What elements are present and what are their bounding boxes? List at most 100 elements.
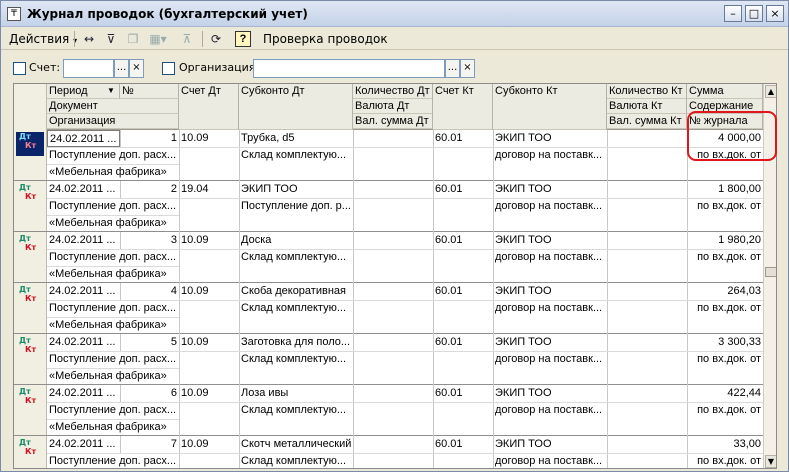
header-debit-quantity[interactable]: Количество Дт	[353, 84, 433, 99]
table-row[interactable]: Дт Кт 24.02.2011 ... 3 Поступление доп. расх…	[14, 232, 763, 283]
cell-debit-account[interactable]: 10.09	[179, 436, 239, 453]
actions-menu-button[interactable]: Действия ▾	[9, 30, 77, 48]
cell-debit-subconto-1[interactable]: Лоза ивы	[239, 385, 353, 402]
cell-debit-subconto-1[interactable]: ЭКИП ТОО	[239, 181, 353, 198]
cell-amount[interactable]: 264,03	[687, 283, 763, 300]
maximize-button[interactable]: □	[745, 5, 763, 22]
cell-number[interactable]: 3	[120, 232, 179, 249]
title-bar[interactable]: ₸ Журнал проводок (бухгалтерский учет) –…	[1, 1, 788, 27]
cell-credit-subconto-1[interactable]: ЭКИП ТОО	[493, 436, 607, 453]
cell-credit-subconto-2[interactable]: договор на поставк...	[493, 300, 607, 317]
cell-organization[interactable]: «Мебельная фабрика»	[47, 266, 179, 283]
cell-content[interactable]: по вх.док. от	[687, 300, 763, 317]
cell-credit-account[interactable]: 60.01	[433, 130, 493, 147]
cell-content[interactable]: по вх.док. от	[687, 198, 763, 215]
cell-document[interactable]: Поступление доп. расх...	[47, 198, 179, 215]
cell-organization[interactable]: «Мебельная фабрика»	[47, 317, 179, 334]
cell-period[interactable]: 24.02.2011 ...	[47, 181, 120, 198]
cell-debit-account[interactable]: 10.09	[179, 334, 239, 351]
cell-document[interactable]: Поступление доп. расх...	[47, 147, 179, 164]
header-debit-currency-sum[interactable]: Вал. сумма Дт	[353, 114, 433, 129]
cell-number[interactable]: 7	[120, 436, 179, 453]
header-debit-account[interactable]: Счет Дт	[179, 84, 239, 130]
account-select-button[interactable]: ...	[114, 59, 129, 78]
cell-debit-subconto-1[interactable]: Скотч металлический	[239, 436, 353, 453]
cell-debit-subconto-1[interactable]: Трубка, d5	[239, 130, 353, 147]
cell-debit-subconto-2[interactable]: Поступление доп. р...	[239, 198, 353, 215]
cell-debit-account[interactable]: 10.09	[179, 130, 239, 147]
account-clear-button[interactable]: ×	[129, 59, 144, 78]
header-debit-currency[interactable]: Валюта Дт	[353, 99, 433, 114]
cell-credit-subconto-1[interactable]: ЭКИП ТОО	[493, 181, 607, 198]
reload-icon[interactable]: ⟳	[206, 30, 226, 48]
cell-credit-account[interactable]: 60.01	[433, 334, 493, 351]
cell-credit-subconto-2[interactable]: договор на поставк...	[493, 249, 607, 266]
organization-clear-button[interactable]: ×	[460, 59, 475, 78]
organization-select-button[interactable]: ...	[445, 59, 460, 78]
cell-organization[interactable]: «Мебельная фабрика»	[47, 419, 179, 436]
table-row[interactable]: Дт Кт 24.02.2011 ... 4 Поступление доп. расх…	[14, 283, 763, 334]
cell-debit-account[interactable]: 10.09	[179, 283, 239, 300]
header-credit-currency[interactable]: Валюта Кт	[607, 99, 687, 114]
cell-amount[interactable]: 422,44	[687, 385, 763, 402]
cell-credit-subconto-1[interactable]: ЭКИП ТОО	[493, 385, 607, 402]
cell-debit-account[interactable]: 10.09	[179, 232, 239, 249]
table-row[interactable]: Дт Кт 24.02.2011 ... 7 Поступление доп. расх…	[14, 436, 763, 468]
cell-debit-subconto-2[interactable]: Склад комплектую...	[239, 351, 353, 368]
cell-document[interactable]: Поступление доп. расх...	[47, 453, 179, 468]
cell-credit-subconto-2[interactable]: договор на поставк...	[493, 402, 607, 419]
account-input[interactable]	[63, 59, 114, 78]
account-checkbox[interactable]	[13, 62, 26, 75]
cell-amount[interactable]: 33,00	[687, 436, 763, 453]
cell-credit-subconto-2[interactable]: договор на поставк...	[493, 147, 607, 164]
cell-content[interactable]: по вх.док. от	[687, 453, 763, 468]
cell-credit-account[interactable]: 60.01	[433, 283, 493, 300]
cell-credit-subconto-1[interactable]: ЭКИП ТОО	[493, 334, 607, 351]
cell-content[interactable]: по вх.док. от	[687, 402, 763, 419]
entries-table[interactable]: Период ▼ № Документ Организация Счет Дт …	[13, 83, 777, 469]
cell-organization[interactable]: «Мебельная фабрика»	[47, 215, 179, 232]
cell-amount[interactable]: 1 800,00	[687, 181, 763, 198]
cell-organization[interactable]: «Мебельная фабрика»	[47, 368, 179, 385]
cell-document[interactable]: Поступление доп. расх...	[47, 249, 179, 266]
refresh-sync-icon[interactable]: ↔	[79, 30, 99, 48]
cell-debit-subconto-1[interactable]: Скоба декоративная	[239, 283, 353, 300]
header-organization[interactable]: Организация	[47, 114, 179, 129]
cell-period[interactable]: 24.02.2011 ...	[47, 283, 120, 300]
cell-debit-account[interactable]: 10.09	[179, 385, 239, 402]
cell-amount[interactable]: 1 980,20	[687, 232, 763, 249]
cell-credit-account[interactable]: 60.01	[433, 436, 493, 453]
cell-credit-subconto-1[interactable]: ЭКИП ТОО	[493, 130, 607, 147]
cell-credit-subconto-1[interactable]: ЭКИП ТОО	[493, 283, 607, 300]
cell-document[interactable]: Поступление доп. расх...	[47, 402, 179, 419]
copy-icon[interactable]: ❐	[123, 30, 143, 48]
cell-period[interactable]: 24.02.2011 ...	[47, 334, 120, 351]
cell-period[interactable]: 24.02.2011 ...	[47, 385, 120, 402]
cell-period[interactable]: 24.02.2011 ...	[47, 232, 120, 249]
cell-debit-subconto-1[interactable]: Доска	[239, 232, 353, 249]
cell-document[interactable]: Поступление доп. расх...	[47, 300, 179, 317]
cell-debit-subconto-2[interactable]: Склад комплектую...	[239, 147, 353, 164]
cell-content[interactable]: по вх.док. от	[687, 249, 763, 266]
scroll-up-arrow-icon[interactable]: ▲	[765, 85, 776, 98]
cell-debit-subconto-2[interactable]: Склад комплектую...	[239, 453, 353, 468]
header-debit-subconto[interactable]: Субконто Дт	[239, 84, 353, 130]
close-button[interactable]: ×	[766, 5, 784, 22]
table-row[interactable]: Дт Кт 24.02.2011 ... 5 Поступление доп. расх…	[14, 334, 763, 385]
cell-number[interactable]: 1	[120, 130, 179, 147]
table-row[interactable]: Дт Кт 24.02.2011 ... 2 Поступление доп. расх…	[14, 181, 763, 232]
copy-dropdown-icon[interactable]: ▦▾	[145, 30, 171, 48]
filter-icon[interactable]: ⊽	[101, 30, 121, 48]
help-icon[interactable]: ?	[235, 31, 251, 47]
cell-debit-subconto-2[interactable]: Склад комплектую...	[239, 300, 353, 317]
header-credit-quantity[interactable]: Количество Кт	[607, 84, 687, 99]
cell-period[interactable]: 24.02.2011 ...	[47, 436, 120, 453]
scrollbar-thumb[interactable]	[765, 267, 776, 277]
scroll-down-arrow-icon[interactable]: ▼	[765, 455, 776, 468]
cell-number[interactable]: 5	[120, 334, 179, 351]
cell-debit-subconto-2[interactable]: Склад комплектую...	[239, 402, 353, 419]
header-amount[interactable]: Сумма	[687, 84, 763, 99]
minimize-button[interactable]: –	[724, 5, 742, 22]
cell-credit-subconto-2[interactable]: договор на поставк...	[493, 351, 607, 368]
header-credit-currency-sum[interactable]: Вал. сумма Кт	[607, 114, 687, 129]
